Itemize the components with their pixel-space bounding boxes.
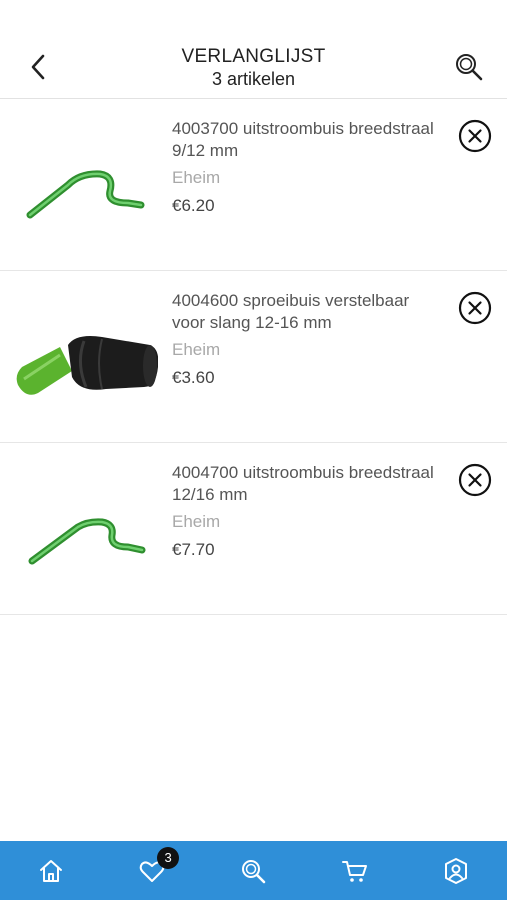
product-price: €6.20: [172, 196, 215, 215]
home-icon: [39, 859, 62, 882]
back-button[interactable]: [22, 50, 56, 84]
search-icon: [242, 859, 266, 883]
close-circle-icon: [458, 291, 492, 325]
list-item[interactable]: 4003700 uitstroombuis breedstraal 9/12 m…: [0, 99, 507, 271]
item-count: 3 artikelen: [211, 69, 296, 89]
cart-icon: [341, 860, 367, 882]
green-outflow-pipe-image: [26, 170, 145, 219]
close-circle-icon: [458, 119, 492, 153]
tab-home[interactable]: [33, 853, 69, 889]
product-image[interactable]: [10, 305, 159, 405]
product-price: €3.60: [172, 368, 215, 387]
remove-item-button[interactable]: [457, 290, 493, 326]
app-header: VERLANGLIJST 3 artikelen: [0, 0, 507, 99]
chevron-left-icon: [31, 54, 45, 80]
list-item[interactable]: 4004600 sproeibuis verstelbaar voor slan…: [0, 271, 507, 443]
product-price: €7.70: [172, 540, 215, 559]
product-image[interactable]: [10, 477, 158, 577]
header-search-button[interactable]: [452, 50, 486, 84]
wishlist: 4003700 uitstroombuis breedstraal 9/12 m…: [0, 99, 507, 615]
list-item[interactable]: 4004700 uitstroombuis breedstraal 12/16 …: [0, 443, 507, 615]
search-icon: [456, 54, 483, 81]
green-outflow-pipe-image: [28, 518, 146, 565]
tab-search[interactable]: [235, 853, 271, 889]
tab-wishlist[interactable]: 3: [134, 846, 180, 889]
product-brand: Eheim: [172, 168, 221, 187]
remove-item-button[interactable]: [457, 118, 493, 154]
tab-cart[interactable]: [337, 853, 373, 889]
tab-account[interactable]: [438, 853, 474, 889]
close-circle-icon: [458, 463, 492, 497]
product-brand: Eheim: [172, 340, 221, 359]
remove-item-button[interactable]: [457, 462, 493, 498]
wishlist-count-badge: 3: [157, 846, 180, 869]
product-brand: Eheim: [172, 512, 221, 531]
page-title: VERLANGLIJST: [181, 46, 326, 67]
product-name[interactable]: 4003700 uitstroombuis breedstraal 9/12 m…: [172, 118, 442, 162]
account-icon: [445, 857, 468, 884]
product-image[interactable]: [10, 133, 158, 233]
green-black-spray-nozzle-image: [16, 336, 159, 395]
product-name[interactable]: 4004700 uitstroombuis breedstraal 12/16 …: [172, 462, 442, 506]
header-title-group: VERLANGLIJST 3 artikelen: [100, 45, 407, 90]
bottom-tab-bar: 3: [0, 841, 507, 900]
product-name[interactable]: 4004600 sproeibuis verstelbaar voor slan…: [172, 290, 442, 334]
